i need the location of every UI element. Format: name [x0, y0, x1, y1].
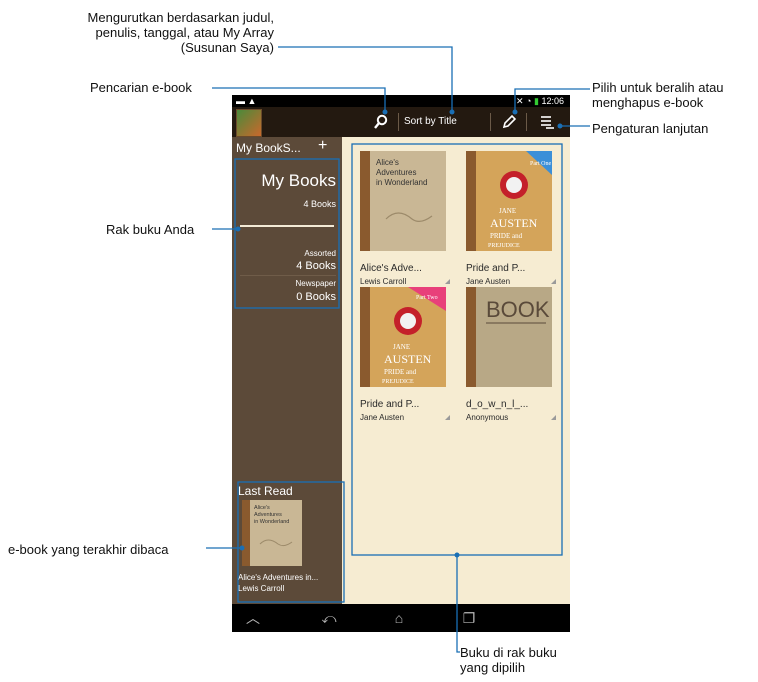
wifi-icon: ◔ [526, 96, 532, 106]
book-cover: Alice's Adventures in Wonderland [360, 151, 446, 251]
cover-text: BOOK [486, 297, 550, 322]
status-time: 12:06 [541, 96, 564, 106]
battery-icon: ▮ [534, 96, 539, 106]
category-divider [240, 275, 336, 276]
category-name: Assorted [304, 249, 336, 258]
shelf-name: My Books [261, 171, 336, 190]
callout-sort: Mengurutkan berdasarkan judul, penulis, … [87, 10, 274, 55]
mute-icon: ✕ [515, 96, 524, 106]
cover-text: PRIDE and [384, 368, 417, 376]
cover-text: Alice's [254, 505, 270, 511]
cover-text: Alice's [376, 158, 399, 167]
callout-last-read: e-book yang terakhir dibaca [8, 542, 169, 557]
shelf-divider [240, 225, 334, 227]
shelf-count: 4 Books [303, 199, 336, 209]
book-menu-indicator[interactable] [445, 279, 450, 284]
tablet-screen: ▬ ▲ ✕ ◔ ▮ 12:06 Sort by Title My BookS..… [232, 95, 570, 632]
separator [490, 113, 491, 131]
last-read-author: Lewis Carroll [238, 584, 285, 593]
callout-books-in-shelf: Buku di rak buku yang dipilih [460, 645, 557, 675]
book-item[interactable]: Part Two JANE AUSTEN PRIDE and PREJUDICE… [360, 287, 450, 423]
cover-text: JANE [499, 207, 516, 215]
book-item[interactable]: BOOK d_o_w_n_l_... Anonymous [466, 287, 556, 423]
book-item[interactable]: Alice's Adventures in Wonderland Alice's… [360, 151, 450, 287]
book-item[interactable]: Part One JANE AUSTEN PRIDE and PREJUDICE… [466, 151, 556, 287]
search-icon[interactable] [370, 111, 392, 133]
book-cover: Part One JANE AUSTEN PRIDE and PREJUDICE [466, 151, 552, 251]
book-author: Anonymous [466, 413, 509, 422]
edit-pencil-icon[interactable] [498, 111, 520, 133]
app-icon[interactable] [236, 109, 262, 137]
back-icon[interactable]: ⤺ [314, 608, 344, 628]
recent-apps-icon[interactable]: ❐ [454, 608, 484, 628]
cover-text: Adventures [376, 168, 416, 177]
category-count: 0 Books [296, 291, 336, 303]
cover-text: Part Two [416, 295, 438, 301]
sidebar: My BookS... + My Books 4 Books Assorted … [232, 137, 342, 604]
book-grid: Alice's Adventures in Wonderland Alice's… [342, 137, 570, 604]
cover-text: PREJUDICE [488, 243, 520, 249]
book-author: Jane Austen [466, 277, 511, 286]
separator [526, 113, 527, 131]
last-read-title: Last Read [238, 484, 293, 498]
callout-search: Pencarian e-book [90, 80, 192, 95]
category-name: Newspaper [295, 279, 336, 288]
separator [398, 113, 399, 131]
book-title: Pride and P... [466, 263, 526, 274]
cover-text: Part One [530, 161, 551, 167]
book-title: d_o_w_n_l_... [466, 399, 529, 410]
menu-icon[interactable] [536, 111, 558, 133]
book-menu-indicator[interactable] [551, 415, 556, 420]
bookshelf-card[interactable]: My Books 4 Books Assorted 4 Books Newspa… [236, 161, 338, 309]
cover-text: PREJUDICE [382, 379, 414, 385]
add-shelf-icon[interactable]: + [318, 137, 327, 155]
sort-button[interactable]: Sort by Title [404, 111, 457, 133]
book-author: Jane Austen [360, 413, 405, 422]
cover-text: in Wonderland [254, 519, 289, 525]
book-menu-indicator[interactable] [551, 279, 556, 284]
bookshelf-selector[interactable]: My BookS... [236, 141, 301, 155]
home-icon[interactable]: ⌂ [384, 608, 414, 628]
book-title: Alice's Adve... [360, 263, 422, 274]
callout-bookshelf: Rak buku Anda [106, 222, 195, 237]
last-read-book-title: Alice's Adventures in... [238, 573, 319, 582]
action-bar: Sort by Title [232, 107, 570, 137]
book-author: Lewis Carroll [360, 277, 407, 286]
book-cover: Part Two JANE AUSTEN PRIDE and PREJUDICE [360, 287, 446, 387]
last-read-cover[interactable]: Alice's Adventures in Wonderland [242, 500, 302, 566]
cover-text: Adventures [254, 512, 282, 518]
cover-text: JANE [393, 343, 410, 351]
last-read-section[interactable]: Last Read Alice's Adventures in Wonderla… [238, 484, 340, 599]
status-bar: ▬ ▲ ✕ ◔ ▮ 12:06 [232, 95, 570, 107]
category-count: 4 Books [296, 260, 336, 272]
book-menu-indicator[interactable] [445, 415, 450, 420]
book-title: Pride and P... [360, 399, 420, 410]
cover-text: AUSTEN [490, 216, 538, 230]
book-cover: BOOK [466, 287, 552, 387]
callout-select: Pilih untuk beralih atau menghapus e-boo… [592, 80, 724, 110]
navigation-bar: ︿ ⤺ ⌂ ❐ [232, 604, 570, 632]
callout-advanced: Pengaturan lanjutan [592, 121, 709, 136]
cover-text: AUSTEN [384, 352, 432, 366]
recent-apps-chevron-icon[interactable]: ︿ [238, 608, 268, 628]
notification-icons: ▬ ▲ [236, 96, 257, 106]
cover-text: PRIDE and [490, 232, 523, 240]
cover-text: in Wonderland [376, 178, 427, 187]
